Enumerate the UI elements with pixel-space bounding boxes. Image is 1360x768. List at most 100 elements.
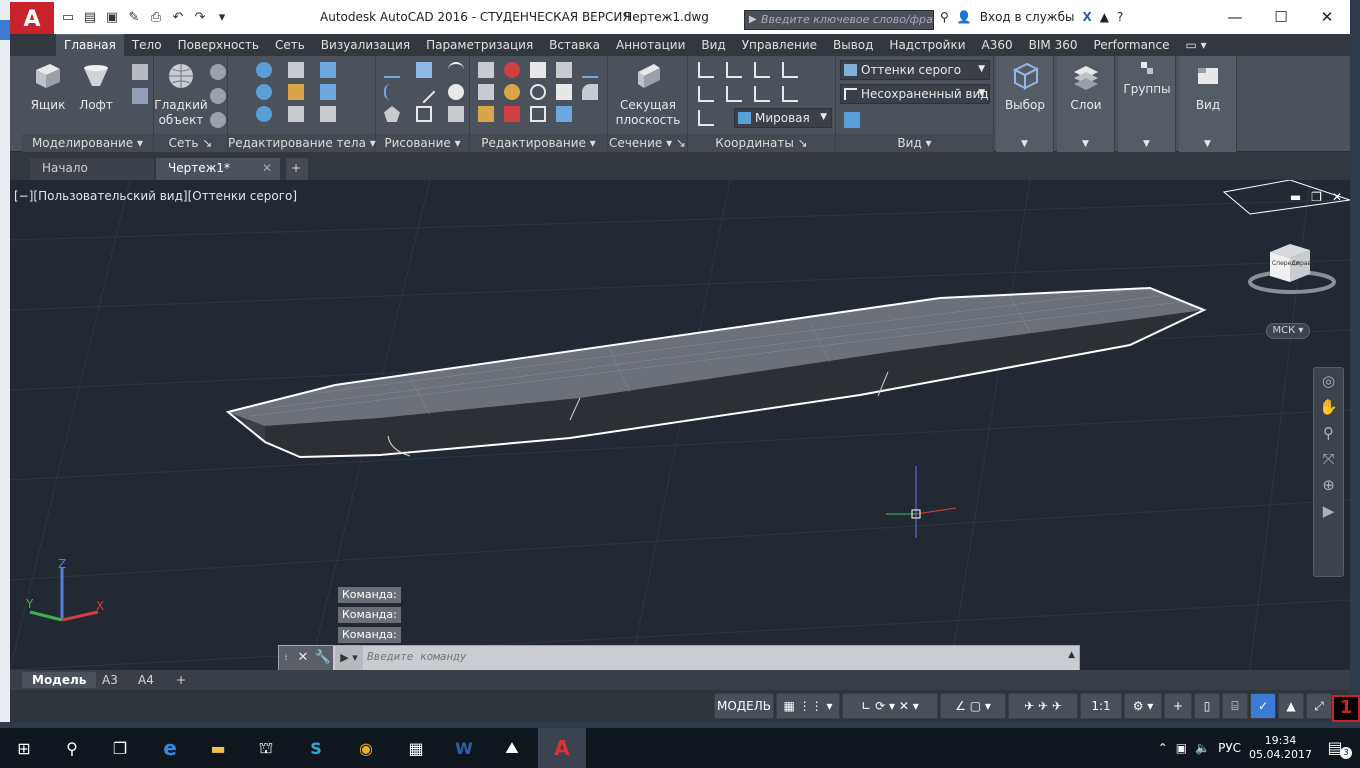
windows-start-icon[interactable]: ⊞ bbox=[8, 732, 40, 764]
signin-label[interactable]: Вход в службы bbox=[980, 10, 1075, 24]
annotation-visibility-buttons[interactable]: ✈ ✈ ✈ bbox=[1008, 693, 1078, 719]
show-hidden-icons-icon[interactable]: ⌃ bbox=[1158, 741, 1168, 755]
ucs-icon[interactable] bbox=[698, 62, 714, 78]
named-view-dropdown[interactable]: Несохраненный вид ▼ bbox=[840, 84, 990, 104]
line-icon[interactable] bbox=[412, 80, 436, 104]
save-icon[interactable]: ▣ bbox=[104, 10, 120, 26]
showmotion-icon[interactable]: ▶ bbox=[1314, 498, 1343, 524]
mesh-smooth-more-icon[interactable] bbox=[210, 64, 226, 80]
tab-insert[interactable]: Вставка bbox=[541, 35, 608, 56]
fillet-icon[interactable] bbox=[478, 84, 494, 100]
photos-icon[interactable]: ⛰ bbox=[496, 732, 528, 764]
extract-edges-icon[interactable] bbox=[288, 62, 304, 78]
union-icon[interactable] bbox=[256, 62, 272, 78]
3d-align-icon[interactable] bbox=[504, 106, 520, 122]
hardware-acceleration-icon[interactable]: ▲ bbox=[1278, 693, 1304, 719]
ucs-world-dropdown[interactable]: Мировая ▼ bbox=[734, 108, 832, 128]
tab-solid[interactable]: Тело bbox=[124, 35, 170, 56]
tab-a360[interactable]: A360 bbox=[974, 35, 1021, 56]
panel-layers[interactable]: Слои ▼ bbox=[1057, 56, 1115, 152]
rotate-icon[interactable] bbox=[530, 84, 546, 100]
panel-title-draw[interactable]: Рисование ▾ bbox=[376, 134, 469, 152]
ucs-view-icon[interactable] bbox=[726, 62, 742, 78]
language-indicator[interactable]: РУС bbox=[1218, 741, 1241, 755]
tab-bim360[interactable]: BIM 360 bbox=[1021, 35, 1086, 56]
command-grip-icon[interactable]: ⁞ bbox=[279, 646, 293, 670]
clock[interactable]: 19:34 05.04.2017 bbox=[1249, 734, 1312, 762]
isolate-objects-icon[interactable]: ✓ bbox=[1250, 693, 1276, 719]
file-explorer-icon[interactable]: ▬ bbox=[202, 732, 234, 764]
panel-title-solid-editing[interactable]: Редактирование тела ▾ bbox=[228, 134, 376, 152]
copy-icon[interactable] bbox=[556, 84, 572, 100]
volume-icon[interactable]: 🔈 bbox=[1195, 741, 1210, 755]
smooth-object-button[interactable]: Гладкий объект bbox=[154, 60, 208, 128]
zoom-extents-icon[interactable]: ⤧ bbox=[1314, 446, 1343, 472]
quick-properties-icon[interactable]: ⌸ bbox=[1222, 693, 1248, 719]
panel-title-mesh[interactable]: Сеть ↘ bbox=[154, 134, 227, 152]
viewports-icon[interactable] bbox=[844, 112, 860, 128]
ribbon-options-icon[interactable]: ▭ ▾ bbox=[1178, 35, 1215, 56]
arc-icon[interactable] bbox=[448, 62, 464, 78]
panel-title-modify[interactable]: Редактирование ▾ bbox=[470, 134, 607, 152]
command-customize-icon[interactable]: 🔧 bbox=[313, 646, 333, 670]
maximize-button[interactable]: ☐ bbox=[1258, 0, 1304, 34]
close-tab-icon[interactable]: ✕ bbox=[262, 161, 272, 175]
ucs-x-icon[interactable] bbox=[754, 86, 770, 102]
layers-button[interactable]: Слои bbox=[1061, 60, 1111, 113]
new-tab-button[interactable]: + bbox=[286, 158, 308, 180]
add-layout-button[interactable]: + bbox=[166, 672, 196, 688]
word-icon[interactable]: W bbox=[448, 732, 480, 764]
tab-layout-a3[interactable]: A3 bbox=[92, 672, 128, 688]
scale-icon[interactable] bbox=[556, 62, 572, 78]
help-search-input[interactable]: ▶ Введите ключевое слово/фразу bbox=[744, 10, 934, 30]
thicken-icon[interactable] bbox=[288, 106, 304, 122]
mesh-smooth-less-icon[interactable] bbox=[210, 88, 226, 104]
circle-icon[interactable] bbox=[448, 84, 464, 100]
a360-icon[interactable]: ▲ bbox=[1100, 10, 1109, 24]
mirror-icon[interactable] bbox=[556, 106, 572, 122]
ucs-world-icon[interactable] bbox=[726, 86, 742, 102]
tab-parametric[interactable]: Параметризация bbox=[418, 35, 541, 56]
application-menu-button[interactable]: A bbox=[10, 2, 54, 36]
panel-selection[interactable]: Выбор ▼ bbox=[996, 56, 1054, 152]
ucs-previous-icon[interactable] bbox=[698, 86, 714, 102]
annotation-monitor-icon[interactable]: + bbox=[1164, 693, 1192, 719]
panel-view-tools[interactable]: Вид ▼ bbox=[1179, 56, 1237, 152]
tab-start[interactable]: Начало bbox=[30, 158, 154, 180]
loft-button[interactable]: Лофт bbox=[76, 60, 116, 113]
ucs-origin-icon[interactable] bbox=[698, 110, 714, 126]
tab-annotate[interactable]: Аннотации bbox=[608, 35, 693, 56]
binoculars-icon[interactable]: ⚲ bbox=[940, 10, 949, 24]
help-icon[interactable]: ? bbox=[1117, 10, 1123, 24]
print-icon[interactable]: ⎙ bbox=[148, 10, 164, 26]
hatch-icon[interactable] bbox=[448, 106, 464, 122]
saveas-icon[interactable]: ✎ bbox=[126, 10, 142, 26]
annotation-scale-button[interactable]: 1:1 bbox=[1080, 693, 1122, 719]
viewport-restore-button[interactable]: ❐ bbox=[1311, 190, 1322, 204]
tab-manage[interactable]: Управление bbox=[734, 35, 825, 56]
shell-icon[interactable] bbox=[320, 106, 336, 122]
skype-icon[interactable]: S bbox=[300, 732, 332, 764]
redo-icon[interactable]: ↷ bbox=[192, 10, 208, 26]
ucs-object-icon[interactable] bbox=[782, 62, 798, 78]
viewport-close-button[interactable]: ✕ bbox=[1332, 190, 1342, 204]
zoom-icon[interactable]: ⚲ bbox=[1314, 420, 1343, 446]
qat-dropdown-icon[interactable]: ▾ bbox=[214, 10, 230, 26]
grid-snap-buttons[interactable]: ▦ ⋮⋮ ▾ bbox=[776, 693, 840, 719]
clean-screen-icon[interactable]: ⤢ bbox=[1306, 693, 1332, 719]
separate-icon[interactable] bbox=[320, 84, 336, 100]
erase-icon[interactable] bbox=[478, 106, 494, 122]
chamfer-icon[interactable] bbox=[582, 84, 598, 100]
spline-icon[interactable] bbox=[384, 84, 400, 100]
ucs-face-icon[interactable] bbox=[754, 62, 770, 78]
ucs-menu-button[interactable]: МСК ▾ bbox=[1266, 323, 1310, 339]
ortho-polar-buttons[interactable]: ∟ ⟳ ▾ ✕ ▾ bbox=[842, 693, 938, 719]
panel-title-section[interactable]: Сечение ▾ ↘ bbox=[608, 134, 687, 152]
subtract-icon[interactable] bbox=[256, 84, 272, 100]
viewcube-right-label[interactable]: Справа bbox=[1292, 260, 1315, 267]
presspull-icon[interactable] bbox=[132, 88, 148, 104]
ucs-z-icon[interactable] bbox=[782, 86, 798, 102]
hull-model[interactable] bbox=[225, 286, 1207, 459]
view-button[interactable]: Вид bbox=[1183, 60, 1233, 113]
search-icon[interactable]: ⚲ bbox=[56, 732, 88, 764]
